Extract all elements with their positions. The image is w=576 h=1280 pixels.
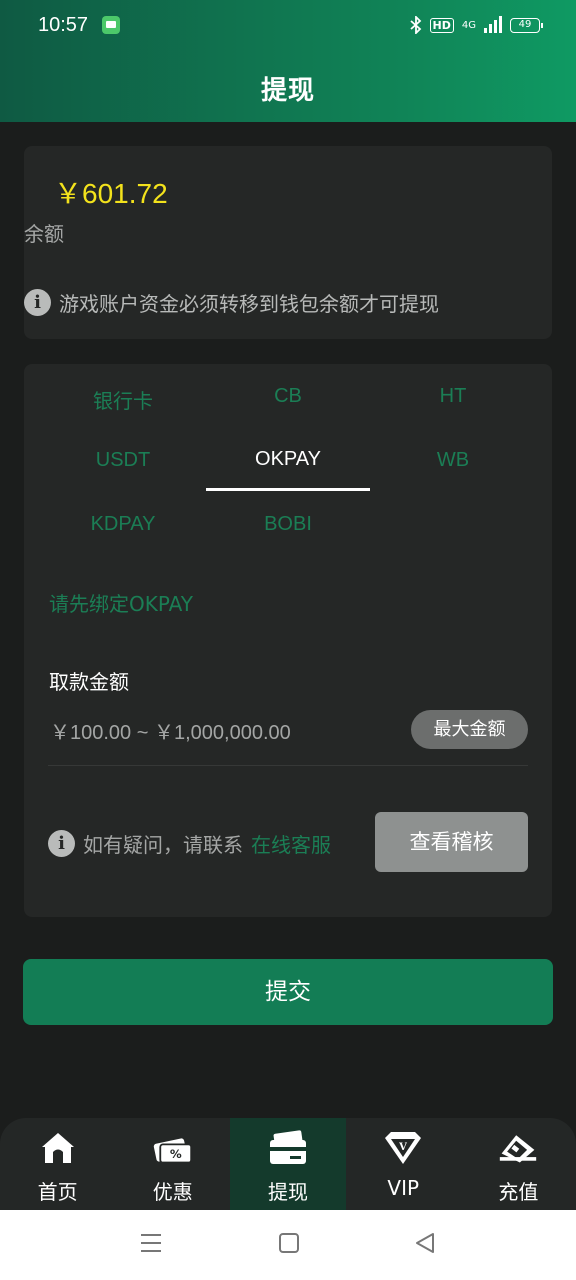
method-tab-bank-card[interactable]: 银行卡 <box>41 385 205 414</box>
withdraw-amount-input[interactable]: ￥100.00 ~ ￥1,000,000.00 <box>50 716 291 745</box>
svg-text:V: V <box>398 1142 407 1153</box>
system-nav-bar <box>0 1210 576 1280</box>
battery-icon: 49 <box>510 17 543 33</box>
back-icon[interactable] <box>414 1232 436 1254</box>
network-label: 4G <box>461 19 476 31</box>
balance-notice-text: 游戏账户资金必须转移到钱包余额才可提现 <box>59 292 439 316</box>
message-app-icon <box>102 16 121 34</box>
bottom-tab-bar: 首页 % 优惠 提现 V VIP 充值 <box>0 1118 576 1210</box>
status-bar: 10:57 HD 4G 49 <box>0 0 576 50</box>
tab-promotion-label: 优惠 <box>152 1180 193 1204</box>
tab-withdraw-label: 提现 <box>268 1180 308 1204</box>
tab-deposit-label: 充值 <box>498 1180 539 1204</box>
vip-diamond-icon: V <box>385 1132 422 1164</box>
menu-icon[interactable] <box>140 1232 162 1254</box>
method-tab-bobi[interactable]: BOBI <box>206 513 370 536</box>
amount-divider <box>48 765 528 766</box>
wallet-card-icon <box>270 1130 306 1164</box>
tab-withdraw[interactable]: 提现 <box>230 1118 346 1210</box>
status-indicators: HD 4G 49 <box>409 16 543 34</box>
tab-promotion[interactable]: % 优惠 <box>115 1118 230 1210</box>
contact-support-row: i 如有疑问，请联系 在线客服 <box>48 829 331 858</box>
method-tab-okpay[interactable]: OKPAY <box>206 448 370 471</box>
tab-vip[interactable]: V VIP <box>346 1118 461 1210</box>
status-time: 10:57 <box>38 13 89 36</box>
online-support-link[interactable]: 在线客服 <box>251 829 331 858</box>
header: 10:57 HD 4G 49 提现 <box>0 0 576 122</box>
info-icon: i <box>48 830 75 857</box>
page-title: 提现 <box>260 76 315 106</box>
contact-prefix: 如有疑问，请联系 <box>83 833 243 857</box>
max-amount-button[interactable]: 最大金额 <box>411 710 528 749</box>
method-tab-ht[interactable]: HT <box>371 385 535 408</box>
method-tab-cb[interactable]: CB <box>206 385 370 408</box>
balance-amount: ￥601.72 <box>54 178 168 209</box>
tab-deposit[interactable]: 充值 <box>461 1118 576 1210</box>
balance-label: 余额 <box>24 222 64 246</box>
hd-badge: HD <box>429 17 454 33</box>
deposit-card-icon <box>500 1135 537 1163</box>
info-icon: i <box>24 289 51 316</box>
home-square-icon[interactable] <box>278 1232 300 1254</box>
svg-text:%: % <box>170 1147 182 1161</box>
view-audit-button[interactable]: 查看稽核 <box>375 812 528 872</box>
home-icon <box>41 1133 74 1163</box>
tab-home-label: 首页 <box>37 1180 78 1204</box>
tab-home[interactable]: 首页 <box>0 1118 115 1210</box>
withdraw-amount-label: 取款金额 <box>49 670 129 694</box>
balance-notice: i 游戏账户资金必须转移到钱包余额才可提现 <box>24 288 439 317</box>
promotion-ticket-icon: % <box>153 1138 192 1164</box>
method-tab-kdpay[interactable]: KDPAY <box>41 513 205 536</box>
active-method-underline <box>206 488 370 491</box>
submit-button[interactable]: 提交 <box>23 959 553 1025</box>
bind-okpay-link[interactable]: 请先绑定OKPAY <box>49 588 193 617</box>
signal-icon <box>484 16 502 33</box>
method-tab-usdt[interactable]: USDT <box>41 449 205 472</box>
method-tab-wb[interactable]: WB <box>371 449 535 472</box>
tab-vip-label: VIP <box>387 1176 420 1200</box>
bluetooth-icon <box>409 16 421 34</box>
